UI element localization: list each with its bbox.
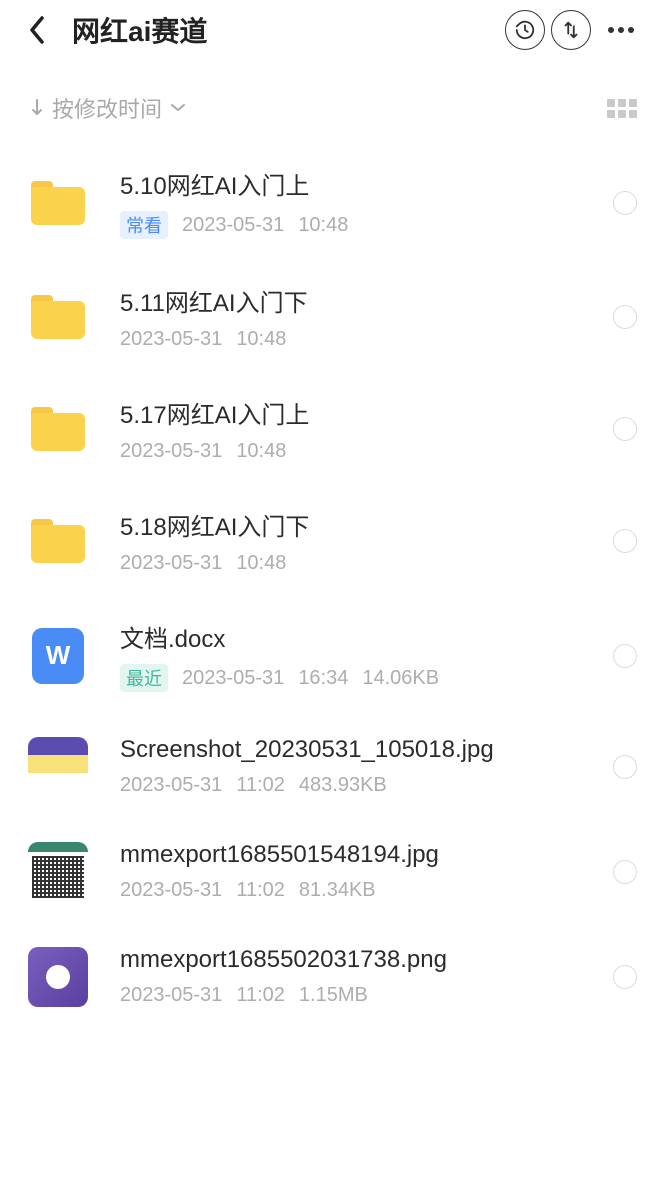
select-radio[interactable] [613,965,637,989]
image-thumbnail [28,737,88,797]
item-meta: 2023-05-31 10:48 [120,440,601,463]
item-date: 2023-05-31 [120,774,222,797]
item-name: 5.18网红AI入门下 [120,507,601,542]
item-meta: 2023-05-31 11:02 1.15MB [120,984,601,1007]
item-meta: 常看 2023-05-31 10:48 [120,211,601,239]
item-name: mmexport1685501548194.jpg [120,841,601,869]
item-date: 2023-05-31 [120,328,222,351]
item-date: 2023-05-31 [182,214,284,237]
item-time: 10:48 [298,214,348,237]
select-radio[interactable] [613,417,637,441]
folder-icon [28,511,88,571]
history-icon [514,19,536,41]
select-radio[interactable] [613,529,637,553]
folder-icon [28,287,88,347]
folder-icon [28,399,88,459]
item-info: mmexport1685501548194.jpg 2023-05-31 11:02… [120,841,601,902]
item-name: 5.10网红AI入门上 [120,166,601,201]
item-name: 5.11网红AI入门下 [120,283,601,318]
item-size: 483.93KB [299,774,387,797]
file-list: 5.10网红AI入门上常看 2023-05-31 10:48 5.11网红AI入门下 2… [0,144,665,1029]
list-item[interactable]: 5.11网红AI入门下 2023-05-31 10:48 [28,261,637,373]
item-name: Screenshot_20230531_105018.jpg [120,736,601,764]
item-info: Screenshot_20230531_105018.jpg 2023-05-31… [120,736,601,797]
item-time: 11:02 [236,879,285,902]
chevron-down-icon [170,103,186,113]
select-radio[interactable] [613,860,637,884]
item-time: 10:48 [236,552,286,575]
item-info: mmexport1685502031738.png 2023-05-31 11:02… [120,946,601,1007]
header: 网红ai赛道 [0,0,665,60]
chevron-left-icon [28,16,46,44]
item-badge: 最近 [120,664,168,692]
item-size: 81.34KB [299,879,376,902]
more-button[interactable] [597,6,645,54]
item-meta: 2023-05-31 10:48 [120,328,601,351]
select-radio[interactable] [613,305,637,329]
item-info: 文档.docx 最近 2023-05-31 16:34 14.06KB [120,619,601,692]
item-date: 2023-05-31 [182,667,284,690]
view-toggle-button[interactable] [607,99,637,118]
item-info: 5.10网红AI入门上常看 2023-05-31 10:48 [120,166,601,239]
item-time: 10:48 [236,440,286,463]
item-name: 文档.docx [120,619,601,654]
item-date: 2023-05-31 [120,440,222,463]
select-radio[interactable] [613,644,637,668]
item-meta: 2023-05-31 11:02 81.34KB [120,879,601,902]
list-item[interactable]: mmexport1685502031738.png 2023-05-31 11:02… [28,924,637,1029]
header-actions [505,6,645,54]
item-date: 2023-05-31 [120,984,222,1007]
item-name: mmexport1685502031738.png [120,946,601,974]
item-meta: 最近 2023-05-31 16:34 14.06KB [120,664,601,692]
item-time: 11:02 [236,774,285,797]
item-size: 14.06KB [362,667,439,690]
item-date: 2023-05-31 [120,879,222,902]
list-item[interactable]: W 文档.docx 最近 2023-05-31 16:34 14.06KB [28,597,637,714]
image-thumbnail [28,842,88,902]
list-item[interactable]: mmexport1685501548194.jpg 2023-05-31 11:02… [28,819,637,924]
item-info: 5.18网红AI入门下 2023-05-31 10:48 [120,507,601,575]
item-info: 5.11网红AI入门下 2023-05-31 10:48 [120,283,601,351]
item-time: 10:48 [236,328,286,351]
item-meta: 2023-05-31 10:48 [120,552,601,575]
item-time: 11:02 [236,984,285,1007]
item-name: 5.17网红AI入门上 [120,395,601,430]
item-badge: 常看 [120,211,168,239]
list-item[interactable]: 5.18网红AI入门下 2023-05-31 10:48 [28,485,637,597]
item-time: 16:34 [298,667,348,690]
history-button[interactable] [505,10,545,50]
list-item[interactable]: 5.17网红AI入门上 2023-05-31 10:48 [28,373,637,485]
item-info: 5.17网红AI入门上 2023-05-31 10:48 [120,395,601,463]
item-size: 1.15MB [299,984,368,1007]
item-meta: 2023-05-31 11:02 483.93KB [120,774,601,797]
page-title: 网红ai赛道 [72,10,505,50]
transfer-icon [560,19,582,41]
image-thumbnail [28,947,88,1007]
sort-bar: 按修改时间 [0,60,665,144]
more-icon [607,26,635,34]
sort-label: 按修改时间 [52,92,162,124]
item-date: 2023-05-31 [120,552,222,575]
list-item[interactable]: Screenshot_20230531_105018.jpg 2023-05-31… [28,714,637,819]
arrow-down-icon [30,98,44,118]
back-button[interactable] [28,12,64,48]
folder-icon [28,173,88,233]
select-radio[interactable] [613,191,637,215]
sort-button[interactable]: 按修改时间 [30,92,186,124]
word-doc-icon: W [28,626,88,686]
list-item[interactable]: 5.10网红AI入门上常看 2023-05-31 10:48 [28,144,637,261]
select-radio[interactable] [613,755,637,779]
transfer-button[interactable] [551,10,591,50]
